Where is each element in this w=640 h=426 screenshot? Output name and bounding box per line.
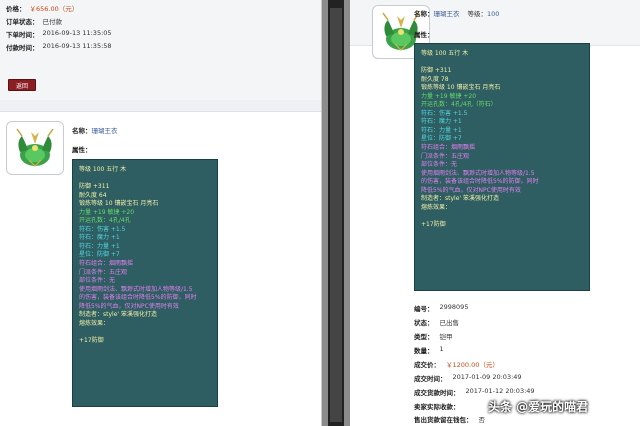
label: 编号： [414, 305, 434, 313]
value: 2017-01-09 20:03:49 [452, 373, 522, 381]
attr-line: 星位：防御 +7 [421, 135, 462, 143]
armor-item-icon [16, 128, 54, 167]
attr-line: 防御 +311 [79, 183, 110, 191]
item-attr-panel: 等级 100 五行 木防御 +311 耐久度 64 锻炼等级 10 镶嵌宝石 月亮石… [72, 159, 218, 407]
attr-line: 降低5%的气血，仅对NPC使用时有效 [421, 186, 521, 194]
attr-line: 力量 +19 敏捷 +20 [79, 208, 135, 216]
attr-line: 门派条件：五庄观 [79, 268, 128, 276]
attr-line: 符石组合：烟雨飘摇 [421, 144, 476, 152]
attr-label: 属性： [72, 146, 92, 154]
label: 成交时间： [414, 375, 447, 383]
label: 成交价： [414, 361, 440, 369]
attr-line: 开运孔数：4孔/4孔（符石） [421, 101, 497, 109]
attr-label: 属性： [414, 31, 434, 39]
attr-line [79, 328, 211, 337]
attr-line: 等级 100 五行 木 [79, 166, 127, 173]
value: 已付款 [42, 18, 63, 26]
label: 卖家实际收款： [414, 403, 460, 411]
attr-line: 门派条件：五庄观 [421, 152, 470, 160]
attr-line: 锻炼等级 10 镶嵌宝石 月亮石 [79, 200, 159, 208]
label: 类型： [414, 333, 434, 341]
value: 铠甲 [439, 333, 453, 341]
level-label: 等级： [467, 10, 488, 18]
label: 售出货款留在钱包： [414, 416, 473, 424]
info-row-seller-income: 卖家实际收款： [414, 401, 466, 411]
value: 2016-09-13 11:35:05 [42, 29, 112, 37]
attr-line: 符石：魔力 +1 [421, 118, 462, 126]
attr-line: +17防御 [421, 220, 446, 228]
back-button[interactable]: 返回 [8, 79, 36, 91]
label: 名称： [72, 127, 92, 135]
scrollbar-thumb[interactable] [330, 8, 342, 422]
attr-line: 熔炼效果： [79, 319, 110, 327]
attr-line: 制造者：style' 笨溪强化打造 [421, 195, 499, 203]
value: ￥1200.00（元） [446, 361, 499, 369]
info-row-deal-time: 成交时间： 2017-01-09 20:03:49 [414, 373, 522, 383]
value: ￥656.00（元） [29, 5, 79, 13]
label: 状态： [414, 319, 434, 327]
order-info-area: 价格： ￥656.00（元） 订单状态： 已付款 下单时间： 2016-09-1… [0, 0, 321, 100]
attr-line [421, 59, 583, 68]
level-value: 100 [487, 10, 500, 18]
attr-line: 使用烟雨剑法、飘渺式时增加人物等级/1.5 [421, 169, 535, 177]
right-page: 名称：珊瑚王衣 等级：100 属性： 等级 100 五行 木防御 +311 耐久度 … [350, 0, 640, 426]
attr-line: 耐久度 64 [79, 191, 107, 199]
attr-line: 符石：魔力 +1 [79, 234, 120, 242]
pay-time-row: 付款时间： 2016-09-13 11:35:58 [6, 42, 112, 52]
order-price-row: 价格： ￥656.00（元） [6, 3, 78, 13]
attr-line: 开运孔数：4孔/4孔 [79, 217, 131, 225]
label: 数量： [414, 347, 434, 355]
attr-line: 部位条件：无 [79, 277, 116, 285]
info-row-qty: 数量： 1 [414, 345, 444, 355]
info-row-type: 类型： 铠甲 [414, 331, 453, 341]
attr-line: 防御 +311 [421, 67, 452, 75]
value: 已出售 [439, 319, 460, 327]
attr-line: 力量 +19 敏捷 +20 [421, 92, 477, 100]
attr-line: 使用烟雨剑法、飘渺式时增加人物等级/1.5 [79, 285, 193, 293]
label: 下单时间： [6, 31, 39, 39]
order-time-row: 下单时间： 2016-09-13 11:35:05 [6, 29, 112, 39]
label: 价格： [6, 5, 26, 13]
attr-line: 的伤害，装备该组合时降低5%的防御，同时 [421, 178, 539, 186]
attr-line: 等级 100 五行 木 [421, 50, 469, 57]
info-row-id: 编号： 2998095 [414, 303, 468, 313]
order-status-row: 订单状态： 已付款 [6, 16, 62, 26]
info-row-wallet: 售出货款留在钱包： 否 [414, 414, 485, 424]
value: 2998095 [439, 303, 469, 311]
info-row-price: 成交价： ￥1200.00（元） [414, 359, 499, 369]
label: 名称： [414, 10, 434, 18]
attr-line [421, 212, 583, 221]
attr-line: 的伤害，装备该组合时降低5%的防御，同时 [79, 294, 197, 302]
value: 否 [478, 416, 486, 424]
attr-line: 符石组合：烟雨飘摇 [79, 260, 134, 268]
item-name-row: 名称：珊瑚王衣 等级：100 [414, 8, 499, 18]
attr-line: 锻炼等级 10 镶嵌宝石 月亮石 [421, 84, 501, 92]
item-name[interactable]: 珊瑚王衣 [92, 127, 118, 135]
attr-line: +17防御 [79, 336, 104, 344]
item-name-row: 名称：珊瑚王衣 [72, 125, 118, 135]
attr-line [79, 175, 211, 184]
item-name[interactable]: 珊瑚王衣 [434, 10, 460, 18]
label: 成交货款时间： [414, 389, 460, 397]
section-separator [0, 100, 321, 112]
label: 订单状态： [6, 18, 39, 26]
attr-line: 星位：防御 +7 [79, 251, 120, 259]
watermark: 头条 @爱玩的喵君 [488, 400, 589, 414]
info-row-pay-time: 成交货款时间： 2017-01-12 20:03:49 [414, 387, 535, 397]
attr-line: 部位条件：无 [421, 161, 458, 169]
scrollbar[interactable] [328, 0, 344, 426]
attr-line: 耐久度 78 [421, 75, 449, 83]
item-attr-panel: 等级 100 五行 木防御 +311 耐久度 78 锻炼等级 10 镶嵌宝石 月亮石… [414, 43, 590, 291]
value: 2017-01-12 20:03:49 [465, 387, 535, 395]
item-thumbnail[interactable] [6, 121, 64, 175]
value: 1 [439, 345, 444, 353]
info-row-status: 状态： 已出售 [414, 317, 459, 327]
label: 付款时间： [6, 44, 39, 52]
attr-line: 熔炼效果： [421, 203, 452, 211]
value: 2016-09-13 11:35:58 [42, 42, 112, 50]
left-page: 价格： ￥656.00（元） 订单状态： 已付款 下单时间： 2016-09-1… [0, 0, 322, 426]
attr-line: 降低5%的气血，仅对NPC使用时有效 [79, 302, 179, 310]
attr-line: 制造者：style' 笨溪强化打造 [79, 311, 157, 319]
